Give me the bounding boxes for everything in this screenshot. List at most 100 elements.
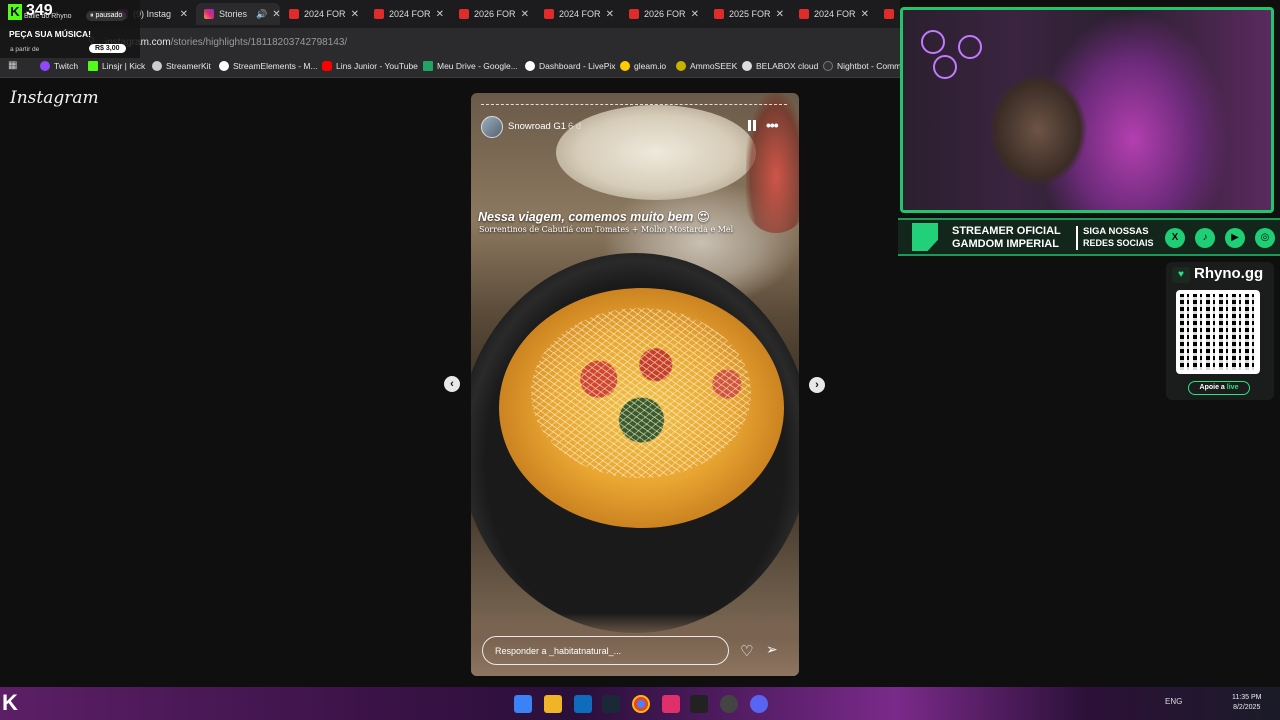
tiktok-icon: ♪ [1195,228,1215,248]
neon-hexagon-decor [958,35,982,59]
obs-icon[interactable] [720,695,738,713]
livepix-icon [525,61,535,71]
steam-icon[interactable] [602,695,620,713]
story-progress-bar [481,104,787,106]
heart-icon[interactable]: ♡ [740,642,753,660]
close-icon[interactable]: ✕ [180,9,188,20]
bookmark-label: BELABOX cloud [756,61,819,71]
close-icon[interactable]: ✕ [272,9,280,20]
close-icon[interactable]: ✕ [606,9,614,20]
discord-icon[interactable] [750,695,768,713]
speaker-icon[interactable]: 🔊 [256,9,267,20]
banner-line: SIGA NOSSAS [1083,226,1149,237]
instagram-icon: ◎ [1255,228,1275,248]
bookmark-label: AmmoSEEK [690,61,738,71]
belabox-icon [742,61,752,71]
bookmark-label: Nightbot - Comm [837,61,902,71]
story-photo-cheese [531,308,751,478]
bookmark-label: Linsjr | Kick [102,61,146,71]
tab-pdf[interactable]: 2024 FOR ✕ [281,3,365,25]
tab-pdf[interactable]: 2024 FOR ✕ [366,3,450,25]
banner-line: GAMDOM IMPERIAL [952,238,1059,250]
windows-start-icon[interactable] [514,695,532,713]
google-drive-icon [423,61,433,71]
instagram-logo[interactable]: Instagram [10,88,99,108]
bookmark-label: gleam.io [634,61,667,71]
tab-pdf[interactable]: 2026 FOR ✕ [451,3,535,25]
tab-pdf-overflow[interactable] [876,3,900,25]
banner-line: STREAMER OFICIAL [952,225,1061,237]
close-icon[interactable]: ✕ [351,9,359,20]
bookmark-gleam[interactable]: gleam.io [620,61,666,71]
file-explorer-icon[interactable] [544,695,562,713]
terminal-icon[interactable] [690,695,708,713]
kick-logo-icon: K [8,4,22,20]
outlook-icon[interactable] [574,695,592,713]
bookmark-label: Lins Junior - YouTube [336,61,418,71]
previous-story-button[interactable]: ‹ [444,376,460,392]
gleam-icon [620,61,630,71]
tab-pdf[interactable]: 2025 FOR ✕ [706,3,790,25]
tab-stories[interactable]: Stories 🔊 ✕ [196,3,280,25]
tab-label: 2025 FOR [729,9,771,19]
tab-pdf[interactable]: 2024 FOR ✕ [536,3,620,25]
bookmark-label: Dashboard - LivePix [539,61,616,71]
qr-brand-name: Rhyno.gg [1194,265,1264,282]
clock-date: 8/2/2025 [1233,704,1261,711]
bookmark-label: Meu Drive - Google... [437,61,518,71]
chrome-icon[interactable] [632,695,650,713]
bookmark-livepix[interactable]: Dashboard - LivePix [525,61,616,71]
story-photo-plate [556,105,756,200]
banner-divider [1076,226,1078,250]
pdf-icon [629,9,639,19]
bookmark-ammoseek[interactable]: AmmoSEEK [676,61,737,71]
pdf-icon [799,9,809,19]
bookmark-twitch[interactable]: Twitch [40,61,78,71]
language-indicator[interactable]: ENG [1165,697,1182,706]
bookmarks-bar: ▦ Twitch Linsjr | Kick StreamerKit Strea… [0,56,901,78]
story-username[interactable]: Snowroad G1 [508,121,566,132]
url-text[interactable]: instagram.com/stories/highlights/1811820… [105,37,347,48]
qr-code [1176,290,1260,374]
more-options-icon[interactable]: ••• [766,117,779,133]
avatar[interactable] [481,116,503,138]
bookmark-streamerkit[interactable]: StreamerKit [152,61,211,71]
tab-label: 2024 FOR [304,9,346,19]
bookmark-label: StreamerKit [166,61,211,71]
webcam-feed [900,7,1274,213]
bookmark-label: StreamElements - M... [233,61,318,71]
close-icon[interactable]: ✕ [436,9,444,20]
send-icon[interactable]: ➢ [766,641,778,658]
bookmark-youtube[interactable]: Lins Junior - YouTube [322,61,418,71]
tab-pdf[interactable]: 2026 FOR ✕ [621,3,705,25]
cta-prefix: Apoie a [1199,384,1225,391]
apps-grid-icon[interactable]: ▦ [8,60,17,71]
taskbar-clock[interactable]: 11:35 PM 8/2/2025 [1232,693,1261,713]
tab-label: Stories [219,9,248,19]
app-icon[interactable] [662,695,680,713]
close-icon[interactable]: ✕ [521,9,529,20]
close-icon[interactable]: ✕ [861,9,869,20]
kick-logo-icon: K [2,690,18,715]
tab-pdf[interactable]: 2024 FOR ✕ [791,3,875,25]
reply-input[interactable]: Responder a _habitatnatural_... [482,636,729,665]
story-caption: Nessa viagem, comemos muito bem 😍 [478,210,710,224]
tab-label: 2024 FOR [814,9,856,19]
story-subcaption: Sorrentinos de Cabutiá com Tomates + Mol… [479,225,734,234]
bookmark-google-drive[interactable]: Meu Drive - Google... [423,61,518,71]
story-viewer[interactable]: Snowroad G1 6 d ••• Nessa viagem, comemo… [471,93,799,676]
close-icon[interactable]: ✕ [776,9,784,20]
pdf-icon [459,9,469,19]
tab-label: 2024 FOR [389,9,431,19]
next-story-button[interactable]: › [809,377,825,393]
close-icon[interactable]: ✕ [691,9,699,20]
bookmark-streamelements[interactable]: StreamElements - M... [219,61,318,71]
streamelements-icon [219,61,229,71]
tab-label: 2024 FOR [559,9,601,19]
bookmark-kick[interactable]: Linsjr | Kick [88,61,145,71]
pause-icon[interactable] [747,120,757,132]
bookmark-nightbot[interactable]: Nightbot - Comm [823,61,901,71]
tab-label: Baile do Rhyno [24,13,72,20]
banner-line: REDES SOCIAIS [1083,238,1154,248]
bookmark-belabox[interactable]: BELABOX cloud [742,61,818,71]
